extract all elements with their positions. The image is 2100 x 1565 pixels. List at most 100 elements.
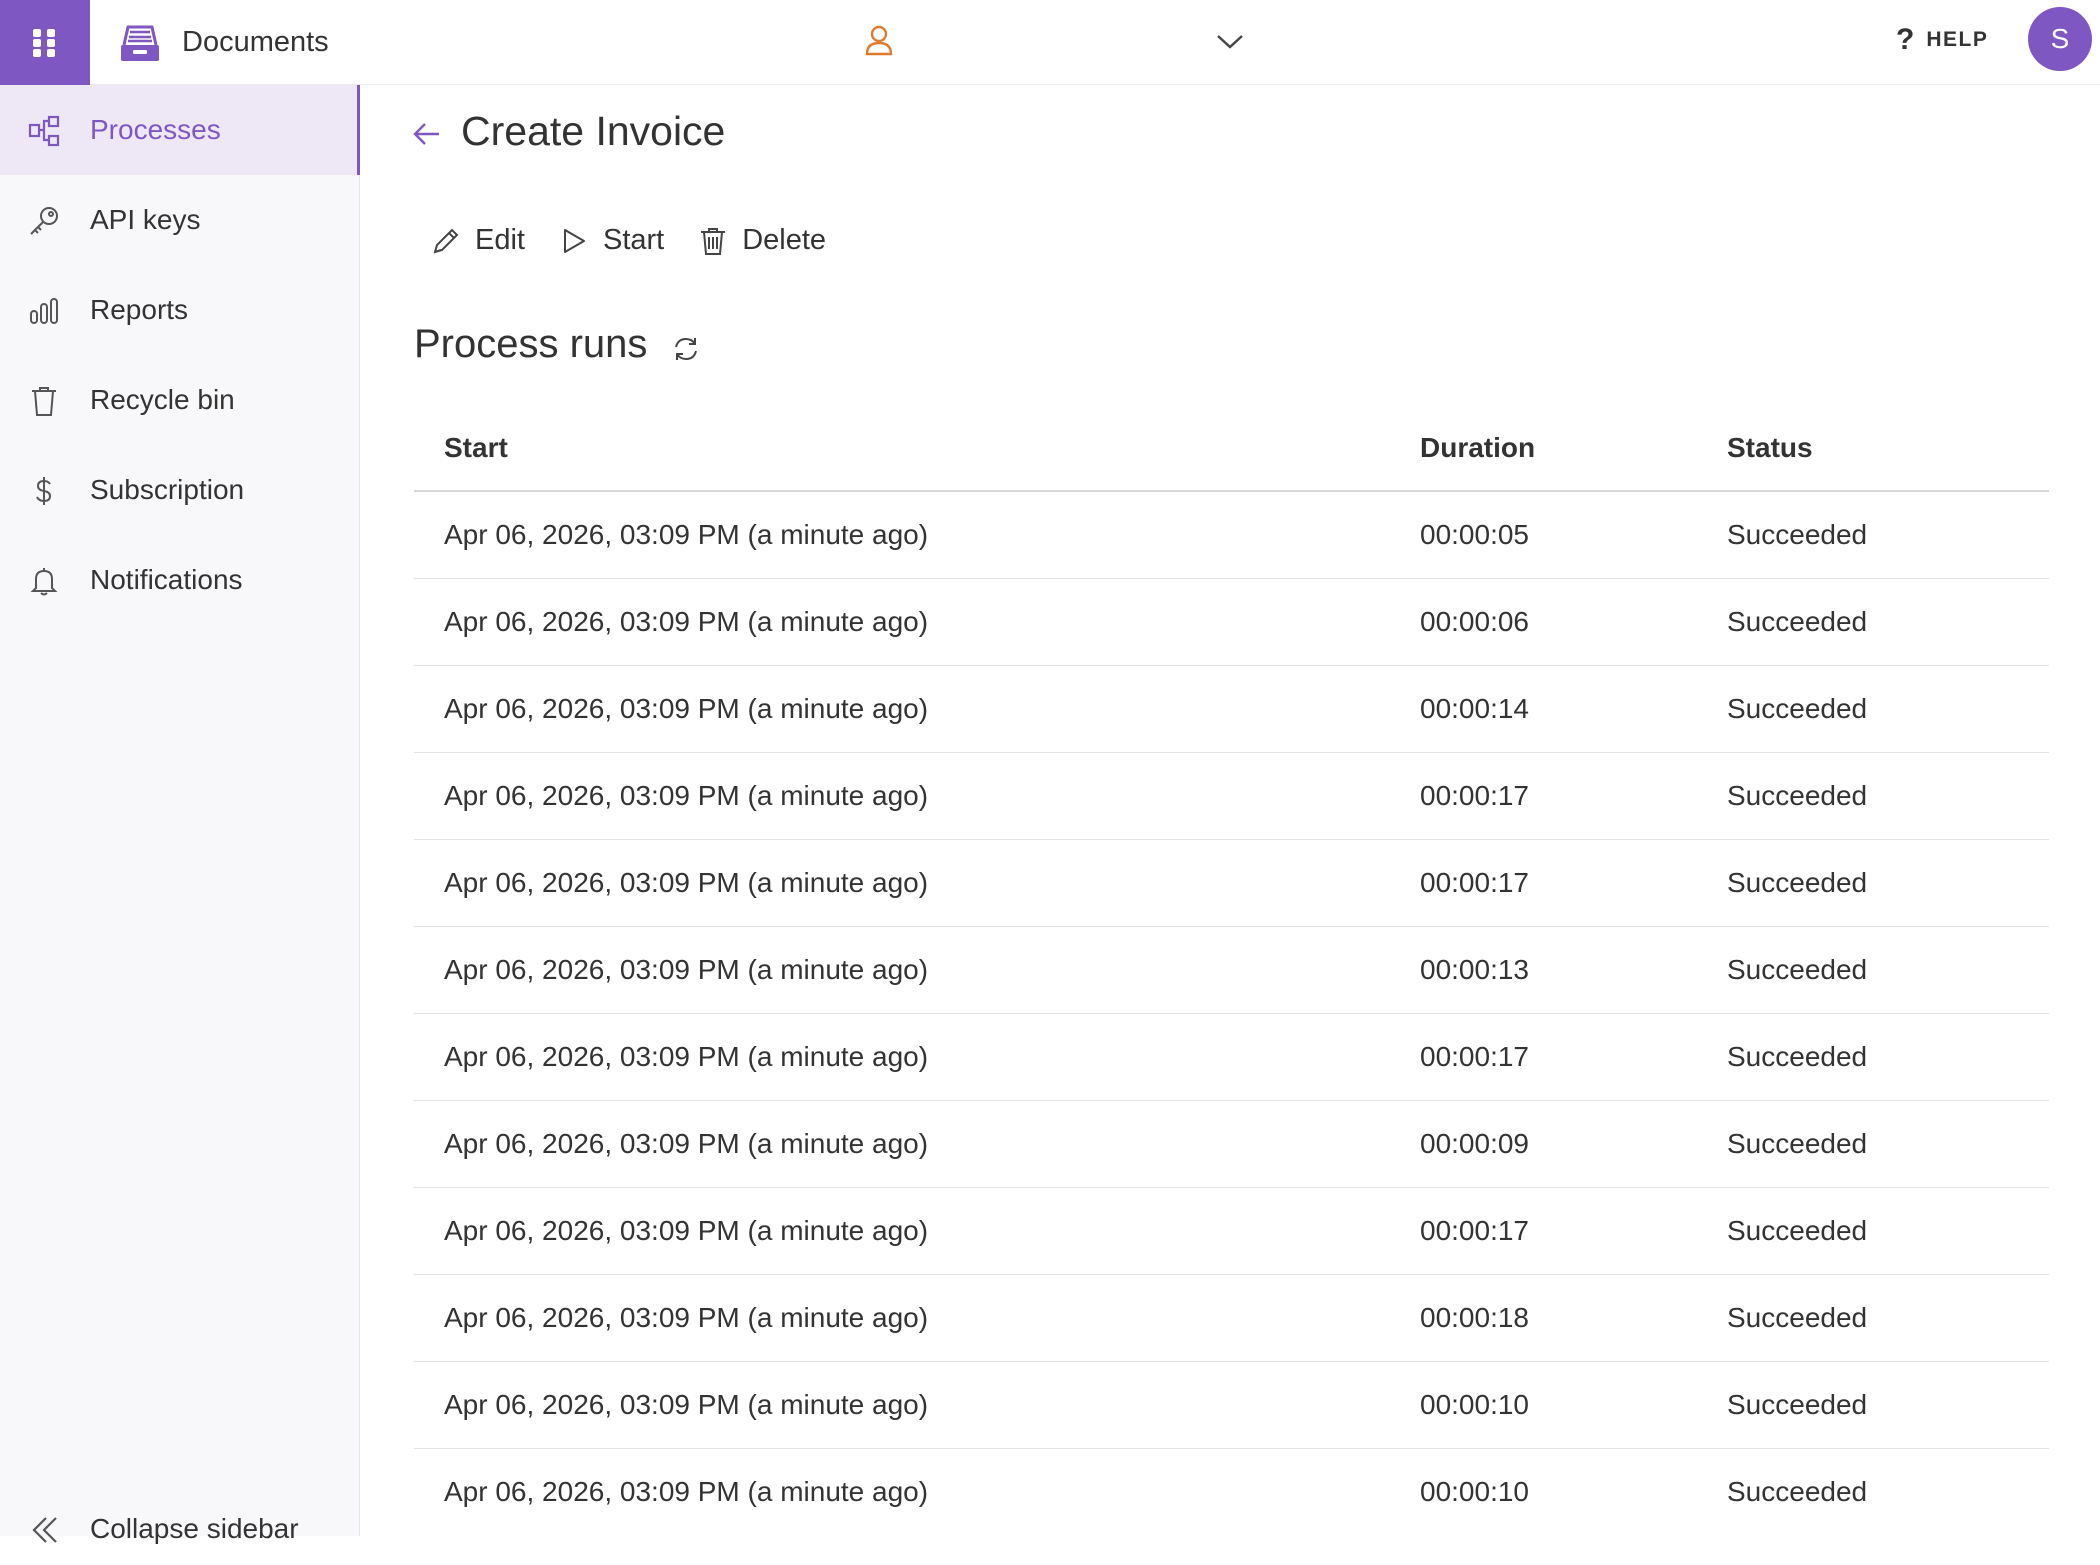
table-row[interactable]: Apr 06, 2026, 03:09 PM (a minute ago) 00…: [414, 579, 2049, 666]
main-content: Create Invoice Edit Start Delete Process…: [361, 86, 2100, 1536]
table-row[interactable]: Apr 06, 2026, 03:09 PM (a minute ago) 00…: [414, 1014, 2049, 1101]
duration-cell: 00:00:17: [1420, 780, 1529, 811]
pencil-icon: [433, 228, 459, 253]
dollar-icon: [36, 477, 52, 505]
status-cell: Succeeded: [1727, 693, 1868, 724]
bar-chart-icon: [30, 298, 58, 324]
status-cell: Succeeded: [1727, 1476, 1868, 1507]
start-cell: Apr 06, 2026, 03:09 PM (a minute ago): [444, 1389, 929, 1420]
status-cell: Succeeded: [1727, 606, 1868, 637]
duration-cell: 00:00:10: [1420, 1389, 1529, 1420]
collapse-sidebar-label: Collapse sidebar: [90, 1513, 299, 1544]
duration-cell: 00:00:10: [1420, 1476, 1529, 1507]
start-cell: Apr 06, 2026, 03:09 PM (a minute ago): [444, 1128, 929, 1159]
duration-cell: 00:00:05: [1420, 519, 1529, 550]
top-bar: Documents ? HELP S: [0, 0, 2100, 85]
documents-logo-icon: [121, 25, 159, 61]
sidebar-item-subscription[interactable]: Subscription: [0, 445, 360, 535]
table-row[interactable]: Apr 06, 2026, 03:09 PM (a minute ago) 00…: [414, 1101, 2049, 1188]
sidebar-item-label: Recycle bin: [90, 384, 235, 415]
start-cell: Apr 06, 2026, 03:09 PM (a minute ago): [444, 780, 929, 811]
start-cell: Apr 06, 2026, 03:09 PM (a minute ago): [444, 1302, 929, 1333]
edit-label: Edit: [475, 224, 525, 256]
status-cell: Succeeded: [1727, 1302, 1868, 1333]
table-row[interactable]: Apr 06, 2026, 03:09 PM (a minute ago) 00…: [414, 666, 2049, 753]
duration-cell: 00:00:17: [1420, 1041, 1529, 1072]
edit-button[interactable]: Edit: [431, 224, 525, 257]
duration-cell: 00:00:18: [1420, 1302, 1529, 1333]
sidebar-item-label: Processes: [90, 114, 221, 145]
chevron-down-icon[interactable]: [1214, 28, 1246, 54]
status-cell: Succeeded: [1727, 519, 1868, 550]
status-cell: Succeeded: [1727, 1041, 1868, 1072]
sidebar-item-api-keys[interactable]: API keys: [0, 175, 360, 265]
help-button[interactable]: ? HELP: [1896, 0, 1988, 80]
key-icon: [30, 207, 58, 235]
processes-icon: [28, 115, 60, 147]
page-title: Create Invoice: [461, 108, 726, 154]
sidebar-item-notifications[interactable]: Notifications: [0, 535, 360, 625]
column-header-status[interactable]: Status: [1727, 432, 1813, 464]
duration-cell: 00:00:06: [1420, 606, 1529, 637]
trash-icon: [32, 387, 56, 416]
sidebar-item-label: Subscription: [90, 474, 245, 505]
section-title: Process runs: [414, 322, 648, 366]
avatar[interactable]: S: [2028, 7, 2092, 71]
double-chevron-left-icon: [32, 1517, 57, 1543]
app-grid-icon: [33, 28, 55, 57]
start-cell: Apr 06, 2026, 03:09 PM (a minute ago): [444, 867, 929, 898]
sidebar-item-processes[interactable]: Processes: [0, 85, 360, 175]
table-row[interactable]: Apr 06, 2026, 03:09 PM (a minute ago) 00…: [414, 1362, 2049, 1449]
start-cell: Apr 06, 2026, 03:09 PM (a minute ago): [444, 519, 929, 550]
duration-cell: 00:00:14: [1420, 693, 1529, 724]
column-header-duration[interactable]: Duration: [1420, 432, 1535, 464]
status-cell: Succeeded: [1727, 780, 1868, 811]
sidebar-item-label: API keys: [90, 204, 201, 235]
refresh-icon[interactable]: [671, 334, 701, 364]
status-cell: Succeeded: [1727, 954, 1868, 985]
start-cell: Apr 06, 2026, 03:09 PM (a minute ago): [444, 1041, 929, 1072]
delete-button[interactable]: Delete: [698, 224, 826, 257]
duration-cell: 00:00:17: [1420, 1215, 1529, 1246]
table-row[interactable]: Apr 06, 2026, 03:09 PM (a minute ago) 00…: [414, 927, 2049, 1014]
back-arrow-icon[interactable]: [411, 118, 443, 150]
sidebar-item-label: Reports: [90, 294, 189, 325]
start-cell: Apr 06, 2026, 03:09 PM (a minute ago): [444, 1215, 929, 1246]
start-label: Start: [602, 224, 665, 256]
table-row[interactable]: Apr 06, 2026, 03:09 PM (a minute ago) 00…: [414, 1188, 2049, 1275]
duration-cell: 00:00:09: [1420, 1128, 1529, 1159]
delete-label: Delete: [742, 224, 827, 256]
sidebar-item-recycle-bin[interactable]: Recycle bin: [0, 355, 360, 445]
trash-icon: [701, 227, 726, 255]
start-cell: Apr 06, 2026, 03:09 PM (a minute ago): [444, 954, 929, 985]
collapse-sidebar-button[interactable]: Collapse sidebar: [0, 1495, 360, 1565]
app-title: Documents: [182, 26, 329, 58]
sidebar: Processes API keys Reports Recycle bin S…: [0, 85, 360, 1544]
help-label: HELP: [1926, 28, 1989, 51]
table-row[interactable]: Apr 06, 2026, 03:09 PM (a minute ago) 00…: [414, 1275, 2049, 1362]
action-toolbar: Edit Start Delete: [431, 224, 826, 257]
play-icon: [563, 228, 585, 253]
table-row[interactable]: Apr 06, 2026, 03:09 PM (a minute ago) 00…: [414, 492, 2049, 579]
user-icon[interactable]: [864, 24, 894, 56]
duration-cell: 00:00:13: [1420, 954, 1529, 985]
table-row[interactable]: Apr 06, 2026, 03:09 PM (a minute ago) 00…: [414, 840, 2049, 927]
column-header-start[interactable]: Start: [444, 432, 508, 464]
status-cell: Succeeded: [1727, 867, 1868, 898]
start-button[interactable]: Start: [559, 224, 664, 257]
start-cell: Apr 06, 2026, 03:09 PM (a minute ago): [444, 1476, 929, 1507]
sidebar-item-reports[interactable]: Reports: [0, 265, 360, 355]
bell-icon: [30, 568, 58, 596]
brand[interactable]: Documents: [118, 0, 329, 85]
status-cell: Succeeded: [1727, 1128, 1868, 1159]
status-cell: Succeeded: [1727, 1215, 1868, 1246]
table-row[interactable]: Apr 06, 2026, 03:09 PM (a minute ago) 00…: [414, 753, 2049, 840]
start-cell: Apr 06, 2026, 03:09 PM (a minute ago): [444, 606, 929, 637]
status-cell: Succeeded: [1727, 1389, 1868, 1420]
duration-cell: 00:00:17: [1420, 867, 1529, 898]
table-row[interactable]: Apr 06, 2026, 03:09 PM (a minute ago) 00…: [414, 1449, 2049, 1536]
sidebar-item-label: Notifications: [90, 564, 243, 595]
help-icon: ?: [1896, 23, 1915, 56]
app-launcher-button[interactable]: [0, 0, 90, 85]
start-cell: Apr 06, 2026, 03:09 PM (a minute ago): [444, 693, 929, 724]
